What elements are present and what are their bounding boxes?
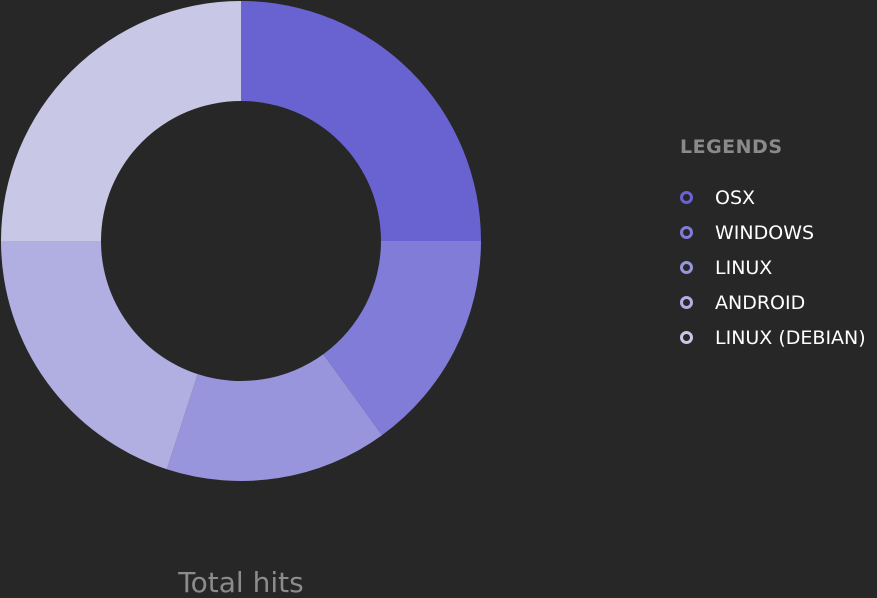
legend-item-label: OSX [715,186,756,209]
legend-marker-icon [680,226,693,239]
legend-marker-icon [680,261,693,274]
legend-title: LEGENDS [680,136,783,158]
legend-marker-icon [680,331,693,344]
chart-panel: LEGENDS OSX WINDOWS LINUX ANDROID LINUX (DEB… [0,0,877,598]
legend-item-linux-debian[interactable]: LINUX (DEBIAN) [680,320,866,355]
legend-item-label: LINUX [715,256,773,279]
legend: LEGENDS OSX WINDOWS LINUX ANDROID LINUX (DEB… [680,136,866,355]
donut-slice-osx[interactable] [241,1,481,241]
legend-item-label: ANDROID [715,291,806,314]
donut-chart [1,1,481,481]
legend-item-android[interactable]: ANDROID [680,285,866,320]
legend-item-linux[interactable]: LINUX [680,250,866,285]
legend-list: OSX WINDOWS LINUX ANDROID LINUX (DEBIAN) [680,180,866,355]
legend-item-windows[interactable]: WINDOWS [680,215,866,250]
legend-item-label: WINDOWS [715,221,815,244]
legend-marker-icon [680,191,693,204]
legend-item-osx[interactable]: OSX [680,180,866,215]
legend-marker-icon [680,296,693,309]
donut-slice-android[interactable] [1,241,198,470]
total-hits-label: Total hits [178,566,304,598]
legend-item-label: LINUX (DEBIAN) [715,326,866,349]
donut-slice-linux-debian[interactable] [1,1,241,241]
